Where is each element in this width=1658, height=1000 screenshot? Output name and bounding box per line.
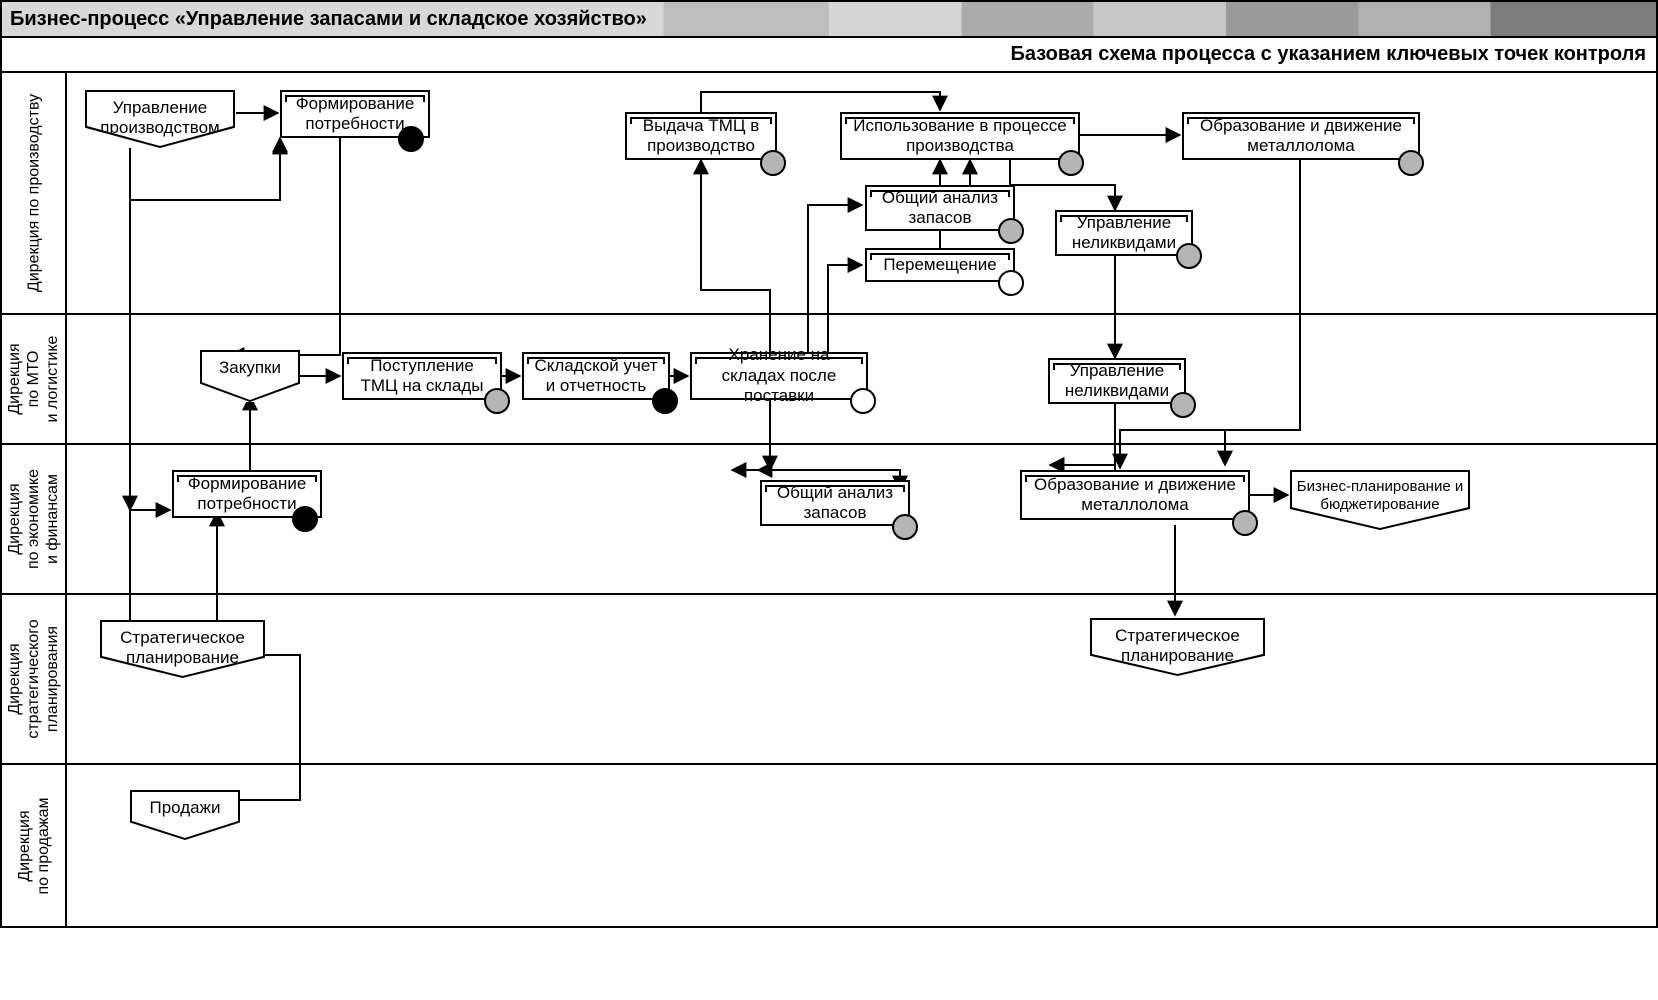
lane-sales: Дирекция по продажам <box>2 763 1656 926</box>
control-point-gray-icon <box>1058 150 1084 176</box>
proc-stock-analysis-2: Общий анализ запасов <box>760 480 910 526</box>
lane-label: Дирекция по производству <box>24 94 43 292</box>
subheader: Базовая схема процесса с указанием ключе… <box>0 38 1658 73</box>
control-point-white-icon <box>998 270 1024 296</box>
proc-wh-account: Складской учет и отчетность <box>522 352 670 400</box>
proc-move: Перемещение <box>865 248 1015 282</box>
proc-illiquid-1: Управление неликвидами <box>1055 210 1193 256</box>
proc-receipt: Поступление ТМЦ на склады <box>342 352 502 400</box>
proc-stock-analysis-1: Общий анализ запасов <box>865 185 1015 231</box>
control-point-gray-icon <box>1232 510 1258 536</box>
proc-scrap-1: Образование и движение металлолома <box>1182 112 1420 160</box>
control-point-gray-icon <box>1398 150 1424 176</box>
control-point-gray-icon <box>892 514 918 540</box>
control-point-black-icon <box>292 506 318 532</box>
control-point-gray-icon <box>760 150 786 176</box>
proc-issue-tmc: Выдача ТМЦ в производство <box>625 112 777 160</box>
control-point-gray-icon <box>484 388 510 414</box>
process-diagram: Бизнес-процесс «Управление запасами и ск… <box>0 0 1658 1000</box>
tag-biz-plan: Бизнес-планирование и бюджетирование <box>1290 470 1470 530</box>
control-point-white-icon <box>850 388 876 414</box>
control-point-gray-icon <box>1170 392 1196 418</box>
tag-strat-plan-2: Стратегическое планирование <box>1090 618 1265 676</box>
tag-production-mgmt: Управление производством <box>85 90 235 148</box>
lane-strategic: Дирекция стратегического планирования <box>2 593 1656 763</box>
tag-sales: Продажи <box>130 790 240 840</box>
control-point-black-icon <box>652 388 678 414</box>
control-point-black-icon <box>398 126 424 152</box>
header-band: Бизнес-процесс «Управление запасами и ск… <box>0 0 1658 38</box>
proc-storage: Хранение на складах после поставки <box>690 352 868 400</box>
tag-strat-plan-1: Стратегическое планирование <box>100 620 265 678</box>
lane-production: Дирекция по производству <box>2 73 1656 313</box>
tag-purchases: Закупки <box>200 350 300 402</box>
proc-use-in-prod: Использование в процессе производства <box>840 112 1080 160</box>
header-title: Бизнес-процесс «Управление запасами и ск… <box>10 8 647 31</box>
control-point-gray-icon <box>998 218 1024 244</box>
control-point-gray-icon <box>1176 243 1202 269</box>
proc-illiquid-2: Управление неликвидами <box>1048 358 1186 404</box>
proc-scrap-2: Образование и движение металлолома <box>1020 470 1250 520</box>
